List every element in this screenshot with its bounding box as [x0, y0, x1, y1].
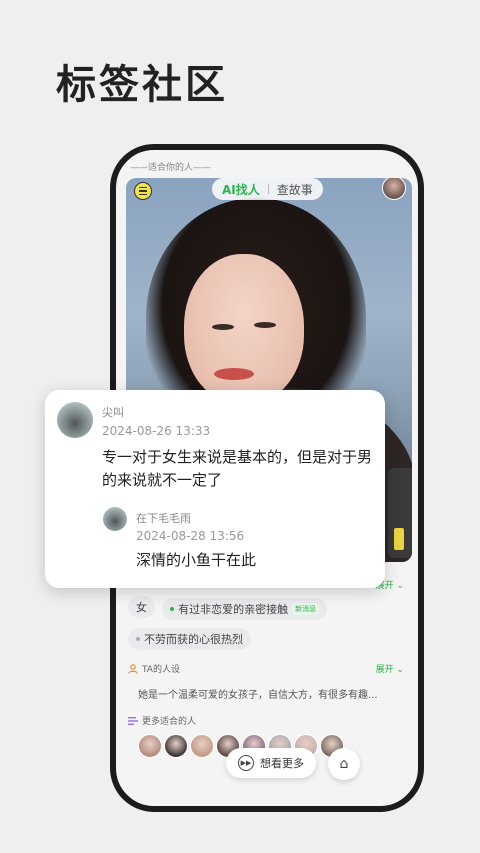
comment-text: 专一对于女生来说是基本的，但是对于男的来说就不一定了 [102, 448, 373, 489]
list-icon [128, 716, 138, 725]
persona-expand-label: 展开 [375, 665, 394, 675]
tag-label: 有过非恋爱的亲密接触 [178, 603, 289, 616]
tag-list: 女 有过非恋爱的亲密接触 新消息 不劳而获的心很热烈 [128, 596, 418, 656]
dot-icon [170, 607, 175, 611]
tag-label: 不劳而获的心很热烈 [144, 633, 243, 646]
persona-header: TA的人设 [128, 662, 180, 675]
person-icon [128, 663, 138, 674]
persona-expand-button[interactable]: 展开 ⌄ [376, 662, 404, 675]
photo-lips [214, 368, 254, 380]
see-more-label: 想看更多 [260, 757, 304, 770]
photo-eye-left [212, 324, 234, 330]
tab-ai-find[interactable]: AI找人 [222, 181, 260, 198]
dot-icon [136, 637, 140, 641]
camera-icon: ⌂ [339, 756, 349, 772]
camera-button[interactable]: ⌂ [328, 748, 360, 780]
comment-popup: 尖叫 2024-08-26 13:33 专一对于女生来说是基本的，但是对于男的来… [45, 390, 385, 588]
my-avatar[interactable] [382, 178, 406, 200]
tag-item[interactable]: 女 [128, 596, 155, 618]
comment-date: 2024-08-26 13:33 [102, 424, 211, 438]
photo-eye-right [254, 322, 276, 328]
reply-date: 2024-08-28 13:56 [136, 529, 245, 543]
tab-divider [267, 184, 269, 194]
persona-text: 她是一个温柔可爱的女孩子，自信大方，有很多有趣... [138, 690, 378, 701]
person-avatar[interactable] [138, 734, 162, 758]
mode-switch: AI找人 查故事 [212, 178, 323, 200]
next-card-thumb[interactable] [388, 468, 412, 558]
tag-item[interactable]: 不劳而获的心很热烈 [128, 628, 251, 650]
replier-avatar[interactable] [103, 507, 127, 531]
more-people-header: 更多适合的人 [128, 714, 196, 727]
new-message-badge: 新消息 [292, 603, 320, 615]
commenter-avatar[interactable] [57, 402, 93, 438]
person-avatar[interactable] [164, 734, 188, 758]
more-people-title: 更多适合的人 [142, 717, 197, 727]
page-headline: 标签社区 [56, 62, 228, 108]
chevron-down-icon: ⌄ [396, 581, 404, 591]
fast-forward-icon: ▶▶ [238, 755, 254, 771]
chevron-down-icon: ⌄ [396, 665, 404, 675]
menu-icon[interactable] [134, 182, 152, 200]
see-more-button[interactable]: ▶▶ 想看更多 [226, 748, 316, 778]
tag-item[interactable]: 有过非恋爱的亲密接触 新消息 [162, 598, 328, 620]
photo-face [184, 254, 304, 404]
tab-stories[interactable]: 查故事 [277, 181, 313, 198]
tag-label: 女 [136, 601, 147, 614]
recommend-hint: ——适合你的人—— [130, 163, 212, 173]
persona-title: TA的人设 [142, 665, 180, 675]
replier-name: 在下毛毛雨 [136, 512, 191, 525]
reply-text: 深情的小鱼干在此 [136, 551, 257, 569]
person-avatar[interactable] [190, 734, 214, 758]
commenter-name: 尖叫 [102, 406, 124, 419]
